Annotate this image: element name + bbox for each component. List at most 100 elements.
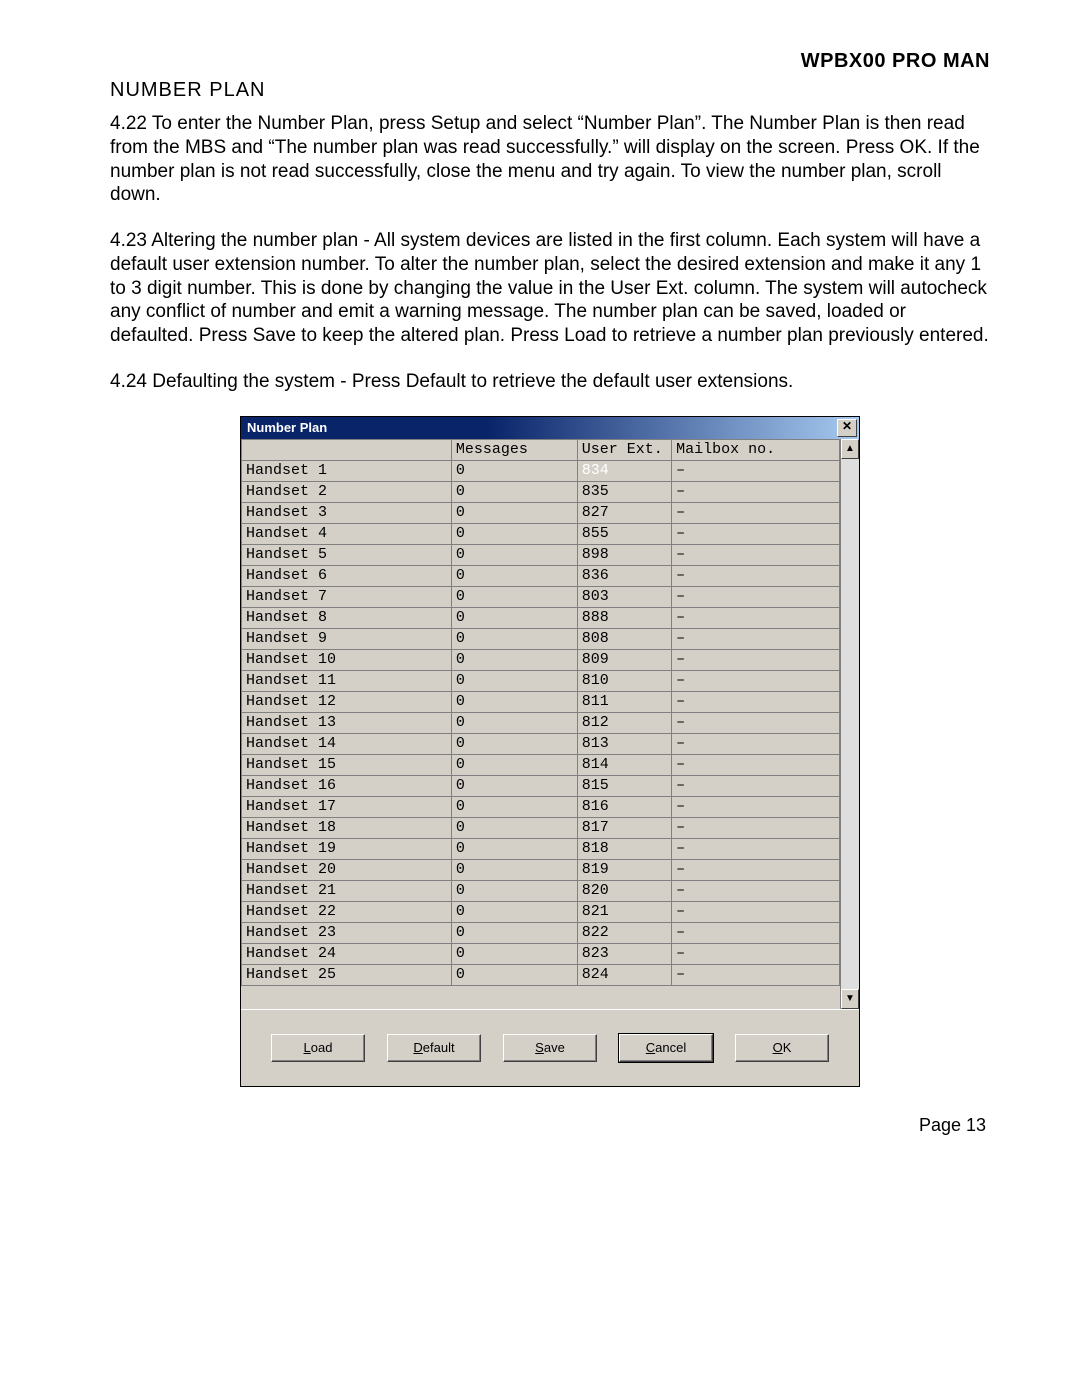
cell-device[interactable]: Handset 8 [242, 607, 452, 628]
cell-mailbox[interactable]: – [672, 922, 840, 943]
cell-mailbox[interactable]: – [672, 817, 840, 838]
cell-device[interactable]: Handset 12 [242, 691, 452, 712]
cell-messages[interactable]: 0 [451, 943, 577, 964]
table-row[interactable]: Handset 120811– [242, 691, 840, 712]
cell-mailbox[interactable]: – [672, 754, 840, 775]
table-row[interactable]: Handset 200819– [242, 859, 840, 880]
cell-messages[interactable]: 0 [451, 565, 577, 586]
number-plan-grid[interactable]: Messages User Ext. Mailbox no. Handset 1… [241, 439, 840, 1009]
cell-device[interactable]: Handset 18 [242, 817, 452, 838]
cell-user-ext[interactable]: 812 [577, 712, 671, 733]
cell-mailbox[interactable]: – [672, 460, 840, 481]
cell-device[interactable]: Handset 7 [242, 586, 452, 607]
cell-user-ext[interactable]: 817 [577, 817, 671, 838]
table-row[interactable]: Handset 210820– [242, 880, 840, 901]
cell-mailbox[interactable]: – [672, 523, 840, 544]
table-row[interactable]: Handset 40855– [242, 523, 840, 544]
cell-user-ext[interactable]: 815 [577, 775, 671, 796]
cell-messages[interactable]: 0 [451, 544, 577, 565]
table-row[interactable]: Handset 230822– [242, 922, 840, 943]
cell-device[interactable]: Handset 5 [242, 544, 452, 565]
save-button[interactable]: Save [503, 1034, 597, 1062]
cell-mailbox[interactable]: – [672, 544, 840, 565]
cell-user-ext[interactable]: 813 [577, 733, 671, 754]
cell-user-ext[interactable]: 809 [577, 649, 671, 670]
cell-messages[interactable]: 0 [451, 922, 577, 943]
cell-mailbox[interactable]: – [672, 859, 840, 880]
table-row[interactable]: Handset 30827– [242, 502, 840, 523]
cell-device[interactable]: Handset 15 [242, 754, 452, 775]
scroll-down-icon[interactable]: ▼ [841, 989, 859, 1009]
cell-user-ext[interactable]: 819 [577, 859, 671, 880]
cell-device[interactable]: Handset 19 [242, 838, 452, 859]
cell-mailbox[interactable]: – [672, 943, 840, 964]
cell-mailbox[interactable]: – [672, 712, 840, 733]
cell-messages[interactable]: 0 [451, 502, 577, 523]
scroll-up-icon[interactable]: ▲ [841, 439, 859, 459]
cell-messages[interactable]: 0 [451, 754, 577, 775]
cell-device[interactable]: Handset 10 [242, 649, 452, 670]
cell-messages[interactable]: 0 [451, 901, 577, 922]
cell-mailbox[interactable]: – [672, 733, 840, 754]
cell-messages[interactable]: 0 [451, 712, 577, 733]
cell-device[interactable]: Handset 21 [242, 880, 452, 901]
cancel-button[interactable]: Cancel [619, 1034, 713, 1062]
cell-mailbox[interactable]: – [672, 964, 840, 985]
cell-device[interactable]: Handset 20 [242, 859, 452, 880]
cell-user-ext[interactable]: 824 [577, 964, 671, 985]
table-row[interactable]: Handset 250824– [242, 964, 840, 985]
cell-messages[interactable]: 0 [451, 775, 577, 796]
cell-user-ext[interactable]: 808 [577, 628, 671, 649]
table-row[interactable]: Handset 190818– [242, 838, 840, 859]
cell-messages[interactable]: 0 [451, 859, 577, 880]
cell-mailbox[interactable]: – [672, 670, 840, 691]
cell-user-ext[interactable]: 836 [577, 565, 671, 586]
cell-messages[interactable]: 0 [451, 691, 577, 712]
cell-messages[interactable]: 0 [451, 670, 577, 691]
cell-user-ext[interactable]: 827 [577, 502, 671, 523]
cell-device[interactable]: Handset 1 [242, 460, 452, 481]
cell-mailbox[interactable]: – [672, 565, 840, 586]
cell-messages[interactable]: 0 [451, 838, 577, 859]
load-button[interactable]: Load [271, 1034, 365, 1062]
cell-device[interactable]: Handset 6 [242, 565, 452, 586]
cell-messages[interactable]: 0 [451, 481, 577, 502]
cell-messages[interactable]: 0 [451, 733, 577, 754]
cell-device[interactable]: Handset 17 [242, 796, 452, 817]
cell-mailbox[interactable]: – [672, 586, 840, 607]
cell-user-ext[interactable]: 820 [577, 880, 671, 901]
scroll-track[interactable] [841, 459, 859, 989]
table-row[interactable]: Handset 20835– [242, 481, 840, 502]
cell-mailbox[interactable]: – [672, 649, 840, 670]
cell-mailbox[interactable]: – [672, 901, 840, 922]
cell-device[interactable]: Handset 23 [242, 922, 452, 943]
default-button[interactable]: Default [387, 1034, 481, 1062]
cell-mailbox[interactable]: – [672, 691, 840, 712]
cell-device[interactable]: Handset 22 [242, 901, 452, 922]
cell-messages[interactable]: 0 [451, 817, 577, 838]
cell-device[interactable]: Handset 24 [242, 943, 452, 964]
cell-mailbox[interactable]: – [672, 775, 840, 796]
cell-device[interactable]: Handset 9 [242, 628, 452, 649]
cell-user-ext[interactable]: 816 [577, 796, 671, 817]
table-row[interactable]: Handset 80888– [242, 607, 840, 628]
cell-user-ext[interactable]: 814 [577, 754, 671, 775]
cell-mailbox[interactable]: – [672, 838, 840, 859]
cell-device[interactable]: Handset 11 [242, 670, 452, 691]
cell-user-ext[interactable]: 821 [577, 901, 671, 922]
ok-button[interactable]: OK [735, 1034, 829, 1062]
cell-device[interactable]: Handset 16 [242, 775, 452, 796]
vertical-scrollbar[interactable]: ▲ ▼ [840, 439, 859, 1009]
cell-device[interactable]: Handset 2 [242, 481, 452, 502]
cell-user-ext[interactable]: 823 [577, 943, 671, 964]
table-row[interactable]: Handset 140813– [242, 733, 840, 754]
cell-device[interactable]: Handset 25 [242, 964, 452, 985]
cell-user-ext[interactable]: 888 [577, 607, 671, 628]
cell-messages[interactable]: 0 [451, 607, 577, 628]
cell-user-ext[interactable]: 855 [577, 523, 671, 544]
table-row[interactable]: Handset 90808– [242, 628, 840, 649]
cell-messages[interactable]: 0 [451, 460, 577, 481]
table-row[interactable]: Handset 100809– [242, 649, 840, 670]
cell-user-ext[interactable]: 818 [577, 838, 671, 859]
cell-user-ext[interactable]: 822 [577, 922, 671, 943]
